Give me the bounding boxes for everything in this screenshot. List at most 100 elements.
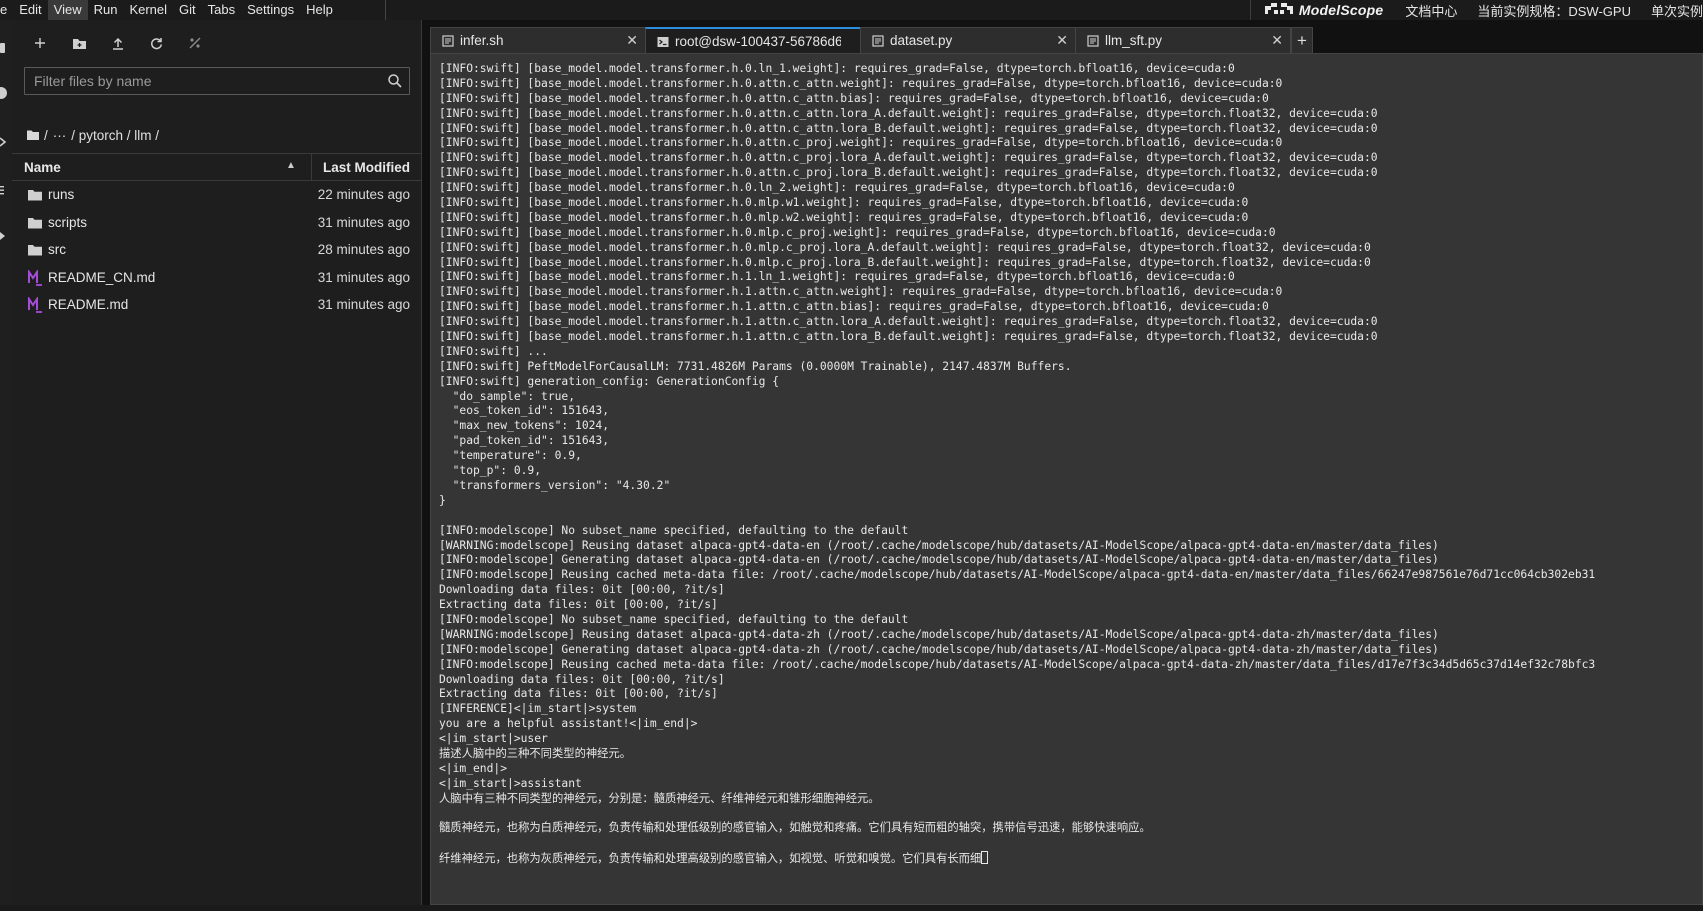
file-row-src[interactable]: src 28 minutes ago <box>12 236 422 264</box>
menu-git[interactable]: Git <box>173 0 202 20</box>
markdown-icon <box>28 269 42 286</box>
menubar-right-divider <box>1249 0 1251 20</box>
file-row-scripts[interactable]: scripts 31 minutes ago <box>12 209 422 237</box>
markdown-icon <box>28 297 42 313</box>
file-modified: 31 minutes ago <box>317 269 410 285</box>
files-activity-icon[interactable] <box>0 42 8 54</box>
terminal-panel[interactable]: [INFO:swift] [base_model.model.transform… <box>430 53 1703 905</box>
terminal-output: [INFO:swift] [base_model.model.transform… <box>439 62 1595 866</box>
upload-button[interactable] <box>107 32 129 54</box>
name-column-header[interactable]: Name <box>24 160 61 175</box>
file-modified: 31 minutes ago <box>317 214 410 230</box>
file-filter-input[interactable] <box>25 68 375 94</box>
close-icon[interactable]: ✕ <box>626 32 638 49</box>
extensions-activity-icon[interactable] <box>0 230 8 242</box>
menu-kernel[interactable]: Kernel <box>123 0 173 20</box>
file-modified: 22 minutes ago <box>317 187 410 202</box>
terminal-line: Extracting data files: 0it [00:00, ?it/s… <box>439 598 718 612</box>
breadcrumb-root[interactable]: / <box>44 128 48 143</box>
menu-view[interactable]: View <box>47 0 88 20</box>
new-launcher-button[interactable] <box>29 32 51 54</box>
terminal-line: [INFO:swift] generation_config: Generati… <box>439 374 780 388</box>
menu-help[interactable]: Help <box>300 0 339 20</box>
terminal-line: [INFO:swift] [base_model.model.transform… <box>439 330 1378 344</box>
terminal-line: "transformers_version": "4.30.2" <box>439 478 671 492</box>
terminal-line: [WARNING:modelscope] Reusing dataset alp… <box>439 627 1439 641</box>
git-activity-icon[interactable] <box>0 136 8 148</box>
close-icon[interactable]: ✕ <box>1056 32 1068 49</box>
menu-divider <box>385 0 386 20</box>
tab-bar: infer.sh ✕ root@dsw-100437-56786d6l data… <box>430 27 1703 53</box>
file-row-readme-cn[interactable]: README_CN.md 31 minutes ago <box>12 264 422 292</box>
git-clone-button[interactable] <box>184 32 206 54</box>
instance-spec: 当前实例规格：DSW-GPU <box>1477 3 1631 19</box>
menu-edit[interactable]: Edit <box>13 0 47 20</box>
menu-run[interactable]: Run <box>88 0 124 20</box>
breadcrumb-ellipsis[interactable]: ··· <box>53 128 67 143</box>
modelscope-logo[interactable]: ModelScope <box>1264 2 1383 18</box>
tab-llm-sft-py[interactable]: llm_sft.py ✕ <box>1075 27 1291 53</box>
file-row-readme[interactable]: README.md 31 minutes ago <box>12 291 422 319</box>
doc-center-link[interactable]: 文档中心 <box>1405 1 1457 20</box>
terminal-line: <|im_start|>assistant <box>439 776 582 790</box>
terminal-line: [INFO:swift] [base_model.model.transform… <box>439 166 1378 180</box>
terminal-line: [INFO:modelscope] Generating dataset alp… <box>439 553 1439 567</box>
terminal-line: [INFO:swift] PeftModelForCausalLM: 7731.… <box>439 359 1072 373</box>
terminal-line: [INFO:swift] [base_model.model.transform… <box>439 240 1371 254</box>
file-icon <box>872 35 884 47</box>
terminal-line: [INFO:swift] [base_model.model.transform… <box>439 151 1378 165</box>
terminal-line: "max_new_tokens": 1024, <box>439 419 610 433</box>
new-folder-icon <box>72 38 86 49</box>
terminal-line: 髓质神经元，也称为白质神经元，负责传输和处理低级别的感官输入，如触觉和疼痛。它们… <box>439 821 1151 835</box>
tab-infer-sh[interactable]: infer.sh ✕ <box>430 27 646 53</box>
search-icon <box>388 74 402 88</box>
running-activity-icon[interactable] <box>0 86 8 100</box>
menu-settings[interactable]: Settings <box>241 0 300 20</box>
file-modified: 31 minutes ago <box>317 297 410 312</box>
column-divider[interactable] <box>311 154 312 180</box>
terminal-line: "temperature": 0.9, <box>439 449 582 463</box>
git-clone-icon <box>189 37 201 49</box>
plus-icon <box>35 38 45 48</box>
terminal-line: 纤维神经元，也称为灰质神经元，负责传输和处理高级别的感官输入，如视觉、听觉和嗅觉… <box>439 851 1595 866</box>
close-icon[interactable]: ✕ <box>1271 32 1283 49</box>
last-modified-column-header[interactable]: Last Modified <box>323 160 410 175</box>
terminal-line: [INFO:swift] [base_model.model.transform… <box>439 106 1378 120</box>
terminal-line: [INFO:swift] [base_model.model.transform… <box>439 196 1249 210</box>
terminal-icon <box>657 37 669 47</box>
terminal-line: } <box>439 493 446 507</box>
folder-icon <box>28 190 42 201</box>
terminal-line: Downloading data files: 0it [00:00, ?it/… <box>439 672 725 686</box>
tab-terminal[interactable]: root@dsw-100437-56786d6l <box>645 27 861 53</box>
folder-icon[interactable] <box>26 129 40 141</box>
refresh-button[interactable] <box>145 32 167 54</box>
tab-dataset-py[interactable]: dataset.py ✕ <box>860 27 1076 53</box>
terminal-line: 描述人脑中的三种不同类型的神经元。 <box>439 746 632 760</box>
file-icon <box>442 35 454 47</box>
menu-file[interactable]: e <box>0 0 13 20</box>
file-name: runs <box>48 187 75 202</box>
activity-bar <box>0 20 12 911</box>
instance-duration: 单次实例 <box>1650 3 1703 19</box>
file-name: README.md <box>48 297 129 312</box>
terminal-line: [INFO:swift] [base_model.model.transform… <box>439 210 1249 224</box>
sort-ascending-icon[interactable]: ▲ <box>286 160 296 171</box>
menu-tabs[interactable]: Tabs <box>202 0 241 20</box>
menu-bar: e Edit View Run Kernel Git Tabs Settings… <box>0 0 1703 20</box>
new-folder-button[interactable] <box>68 32 90 54</box>
terminal-line: [INFO:swift] [base_model.model.transform… <box>439 270 1235 284</box>
file-browser: / ··· / pytorch / llm / Name ▲ Last Modi… <box>12 20 422 905</box>
terminal-line: "top_p": 0.9, <box>439 464 542 478</box>
breadcrumb-path[interactable]: / pytorch / llm / <box>71 128 159 143</box>
terminal-line: [INFO:swift] ... <box>439 344 548 358</box>
toc-activity-icon[interactable] <box>0 184 8 196</box>
tab-label: llm_sft.py <box>1105 33 1163 48</box>
file-row-runs[interactable]: runs 22 minutes ago <box>12 181 422 209</box>
terminal-line: [INFO:modelscope] Reusing cached meta-da… <box>439 657 1596 671</box>
new-tab-button[interactable]: + <box>1291 27 1313 53</box>
file-name: README_CN.md <box>48 269 156 285</box>
terminal-line: Downloading data files: 0it [00:00, ?it/… <box>439 583 725 597</box>
terminal-line: "do_sample": true, <box>439 389 576 403</box>
upload-icon <box>113 37 123 50</box>
